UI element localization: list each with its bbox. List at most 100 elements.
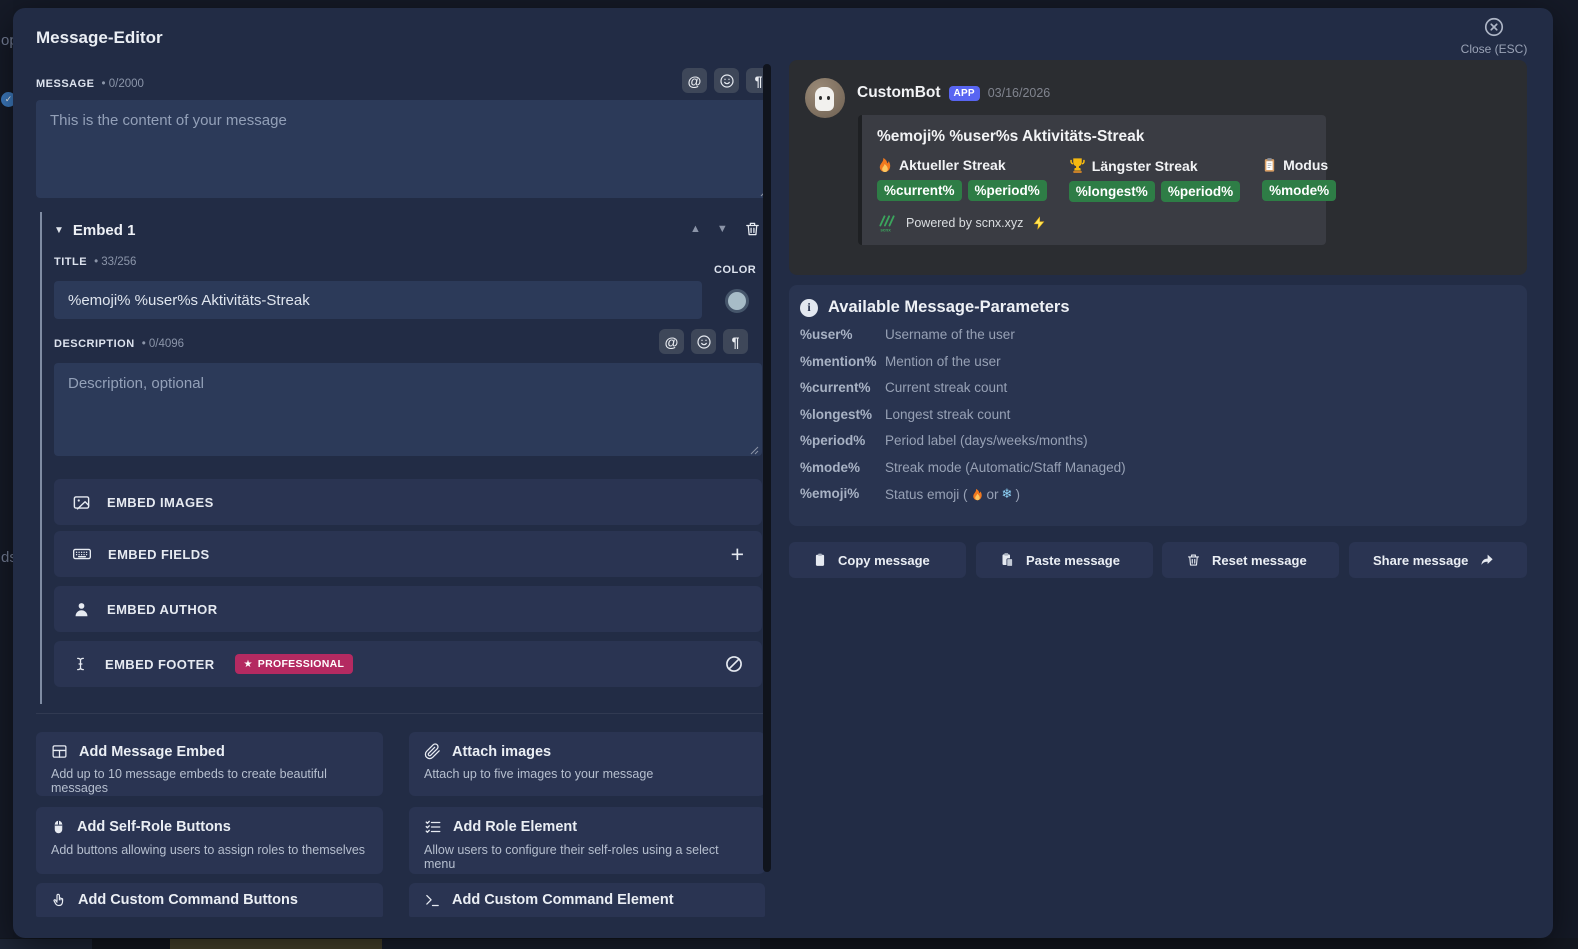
parameter-name: %current% [800,380,885,395]
parameter-name: %mode% [800,460,885,475]
embed-images-label: EMBED IMAGES [107,495,214,510]
background-segment [0,939,92,949]
parameter-description: Status emoji ( or ❄ ) [885,486,1020,502]
parameter-row: %user% Username of the user [800,327,1516,342]
share-message-button[interactable]: Share message [1349,542,1527,578]
close-button[interactable]: Close (ESC) [1449,16,1539,56]
paperclip-icon [424,743,441,760]
field-value-badge: %period% [1161,181,1240,202]
emoji-button[interactable] [691,329,716,354]
blocked-icon [724,654,744,674]
background-bottom-strip [0,938,1578,949]
move-embed-down-button[interactable]: ▼ [717,223,728,235]
table-icon [51,743,68,760]
terminal-icon [424,892,441,909]
fire-emoji [877,157,893,173]
field-value-badge: %mode% [1262,180,1336,201]
parameter-name: %user% [800,327,885,342]
color-label: COLOR [714,264,756,276]
trash-icon [1186,552,1201,568]
embed-fields-label: EMBED FIELDS [108,547,210,562]
message-counter: • 0/2000 [102,78,144,90]
markdown-button[interactable]: ¶ [723,329,748,354]
clipboard-paste-icon [1000,552,1015,568]
list-checks-icon [424,818,442,836]
mouse-icon [51,818,66,836]
star-icon: ★ [244,659,253,670]
message-label-row: MESSAGE • 0/2000 [36,78,144,90]
action-label: Copy message [838,553,930,568]
footer-locked-button[interactable] [724,654,744,674]
embed-description-textarea[interactable] [54,363,762,456]
description-label-row: DESCRIPTION • 0/4096 [54,338,184,350]
preview-embed-card: %emoji% %user%s Aktivitäts-Streak Aktuel… [858,115,1326,245]
add-role-element-card[interactable]: Add Role Element Allow users to configur… [409,807,765,874]
verified-badge-wrap: ✓ [1,92,13,108]
embed-images-section[interactable]: EMBED IMAGES [54,479,762,525]
embed-field: Aktueller Streak %current% %period% [877,157,1047,202]
delete-embed-trash-icon[interactable] [744,220,761,238]
paste-message-button[interactable]: Paste message [976,542,1153,578]
image-icon [72,493,91,512]
description-toolbar: @ ¶ [659,329,748,354]
embed-title-input[interactable] [54,281,702,319]
professional-badge: ★ PROFESSIONAL [235,654,354,674]
person-icon [72,600,91,619]
background-page-strip: op ✓ ds [0,0,13,949]
add-self-role-buttons-card[interactable]: Add Self-Role Buttons Add buttons allowi… [36,807,383,874]
card-title: Add Custom Command Element [452,892,674,908]
pilcrow-icon: ¶ [755,73,763,89]
embed-field: Modus %mode% [1262,157,1336,202]
trophy-emoji [1069,157,1086,174]
parameter-description: Streak mode (Automatic/Staff Managed) [885,460,1126,475]
embed-color-picker[interactable] [725,289,749,313]
embed-author-label: EMBED AUTHOR [107,602,217,617]
background-olive-bar [170,939,382,949]
reset-message-button[interactable]: Reset message [1162,542,1339,578]
hand-pointer-icon [51,892,67,909]
action-label: Paste message [1026,553,1120,568]
clipboard-emoji [1262,157,1277,173]
smiley-icon [696,334,712,350]
description-text: Status emoji ( [885,487,968,502]
add-field-button[interactable]: + [731,541,744,568]
message-editor-modal: Message-Editor Close (ESC) MESSAGE • 0/2… [13,8,1553,938]
parameter-row: %emoji% Status emoji ( or ❄ ) [800,486,1516,502]
info-icon: i [800,299,818,317]
parameters-title: Available Message-Parameters [828,298,1070,317]
field-name: Modus [1283,157,1328,173]
left-panel-scrollbar[interactable] [763,64,771,872]
add-custom-command-buttons-card[interactable]: Add Custom Command Buttons [36,883,383,917]
mention-button[interactable]: @ [659,329,684,354]
mention-button[interactable]: @ [682,68,707,93]
message-toolbar: @ ¶ [682,68,771,93]
professional-badge-label: PROFESSIONAL [258,658,344,670]
at-icon: @ [688,73,702,89]
background-cutoff-text-top: op [1,32,13,49]
keyboard-icon [72,544,92,564]
close-label: Close (ESC) [1449,42,1539,56]
embed-footer-label: EMBED FOOTER [105,657,215,672]
add-message-embed-card[interactable]: Add Message Embed Add up to 10 message e… [36,732,383,796]
embed-collapse-toggle[interactable]: ▼ Embed 1 [54,222,135,239]
clipboard-icon [813,552,827,568]
add-custom-command-element-card[interactable]: Add Custom Command Element [409,883,765,917]
copy-message-button[interactable]: Copy message [789,542,966,578]
parameter-name: %longest% [800,407,885,422]
card-subtitle: Add buttons allowing users to assign rol… [51,843,368,857]
robot-icon [815,87,834,111]
verified-check-icon: ✓ [1,92,13,107]
embed-fields-section[interactable]: EMBED FIELDS + [54,531,762,577]
emoji-button[interactable] [714,68,739,93]
close-circle-x-icon [1483,16,1505,38]
embed-footer-section[interactable]: EMBED FOOTER ★ PROFESSIONAL [54,641,762,687]
parameter-description: Current streak count [885,380,1007,395]
parameter-row: %mode% Streak mode (Automatic/Staff Mana… [800,460,1516,475]
message-textarea[interactable] [36,100,770,198]
field-value-badge: %longest% [1069,181,1155,202]
attach-images-card[interactable]: Attach images Attach up to five images t… [409,732,765,796]
move-embed-up-button[interactable]: ▲ [690,223,701,235]
embed-author-section[interactable]: EMBED AUTHOR [54,586,762,632]
embed-header-title: Embed 1 [73,222,136,239]
action-label: Reset message [1212,553,1307,568]
